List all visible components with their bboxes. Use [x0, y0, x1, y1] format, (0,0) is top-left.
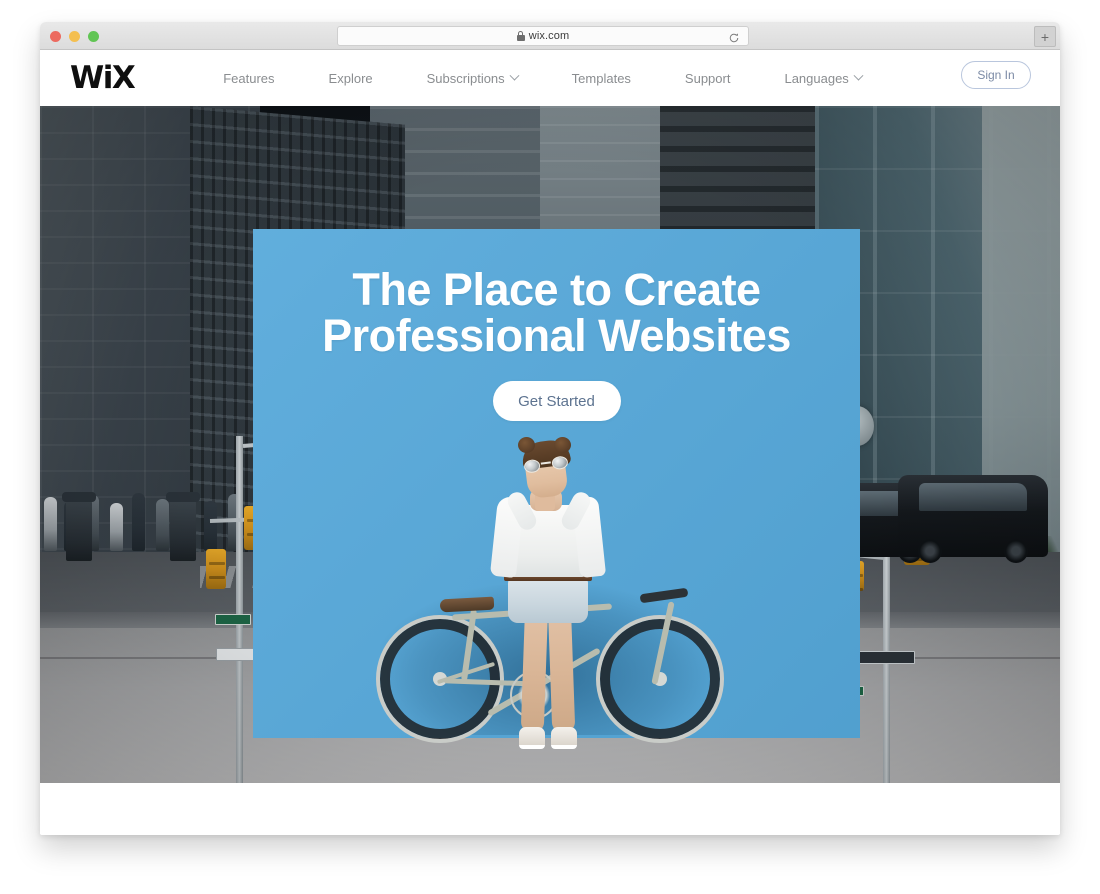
nav-item-languages[interactable]: Languages: [757, 70, 888, 86]
street-bollard-1: [62, 492, 96, 561]
nav-item-languages-label: Languages: [784, 70, 849, 86]
hero-headline-line-1: The Place to Create: [352, 264, 761, 315]
site-navigation-bar: WiX Features Explore Subscriptions Templ…: [40, 50, 1060, 106]
hero-subject-woman-with-bicycle: [370, 428, 730, 763]
parked-suv-1: [898, 475, 1048, 563]
woman-hair-bun-left: [518, 437, 535, 453]
traffic-pole-left: [236, 436, 243, 783]
below-fold-section: [40, 783, 1060, 834]
hero-headline: The Place to Create Professional Website…: [253, 267, 860, 359]
traffic-pole-right: [883, 546, 890, 783]
nav-item-features-label: Features: [223, 70, 275, 86]
nav-item-support-label: Support: [684, 70, 731, 86]
traffic-light-icon-3: [206, 549, 226, 589]
chevron-down-icon: [853, 70, 864, 81]
get-started-button[interactable]: Get Started: [492, 381, 621, 421]
url-display: wix.com: [516, 30, 570, 42]
maximize-window-button[interactable]: [88, 31, 99, 42]
address-bar[interactable]: wix.com: [337, 26, 749, 46]
nav-item-explore[interactable]: Explore: [302, 71, 400, 86]
wix-logo[interactable]: WiX: [70, 62, 136, 94]
reload-icon[interactable]: [728, 31, 740, 43]
nav-item-subscriptions[interactable]: Subscriptions: [400, 70, 545, 86]
nav-item-explore-label: Explore: [328, 70, 373, 86]
street-name-sign-1: [215, 614, 251, 625]
bicycle-front-wheel: [596, 615, 724, 743]
new-tab-button[interactable]: +: [1034, 26, 1056, 47]
page-viewport: WiX Features Explore Subscriptions Templ…: [40, 50, 1060, 834]
woman-shorts: [508, 577, 588, 623]
nav-item-templates-label: Templates: [571, 70, 631, 86]
street-bollard-2: [166, 492, 200, 561]
nav-item-features[interactable]: Features: [196, 71, 301, 86]
lock-icon: [516, 31, 525, 41]
woman-hair-bun-right: [554, 437, 571, 453]
window-controls: [50, 31, 99, 42]
hero-headline-line-2: Professional Websites: [322, 309, 791, 361]
browser-titlebar: wix.com +: [40, 22, 1060, 50]
hero-section: The Place to Create Professional Website…: [40, 106, 1060, 783]
browser-window: wix.com + WiX Features Explore Subscript…: [40, 22, 1060, 835]
close-window-button[interactable]: [50, 31, 61, 42]
nav-links: Features Explore Subscriptions Templates…: [196, 70, 889, 86]
direction-sign: [853, 651, 915, 664]
nav-item-templates[interactable]: Templates: [545, 71, 658, 86]
sign-in-button[interactable]: Sign In: [961, 61, 1031, 89]
nav-item-subscriptions-label: Subscriptions: [426, 70, 505, 86]
minimize-window-button[interactable]: [69, 31, 80, 42]
chevron-down-icon: [509, 70, 520, 81]
nav-item-support[interactable]: Support: [658, 71, 758, 86]
url-text: wix.com: [528, 30, 570, 42]
